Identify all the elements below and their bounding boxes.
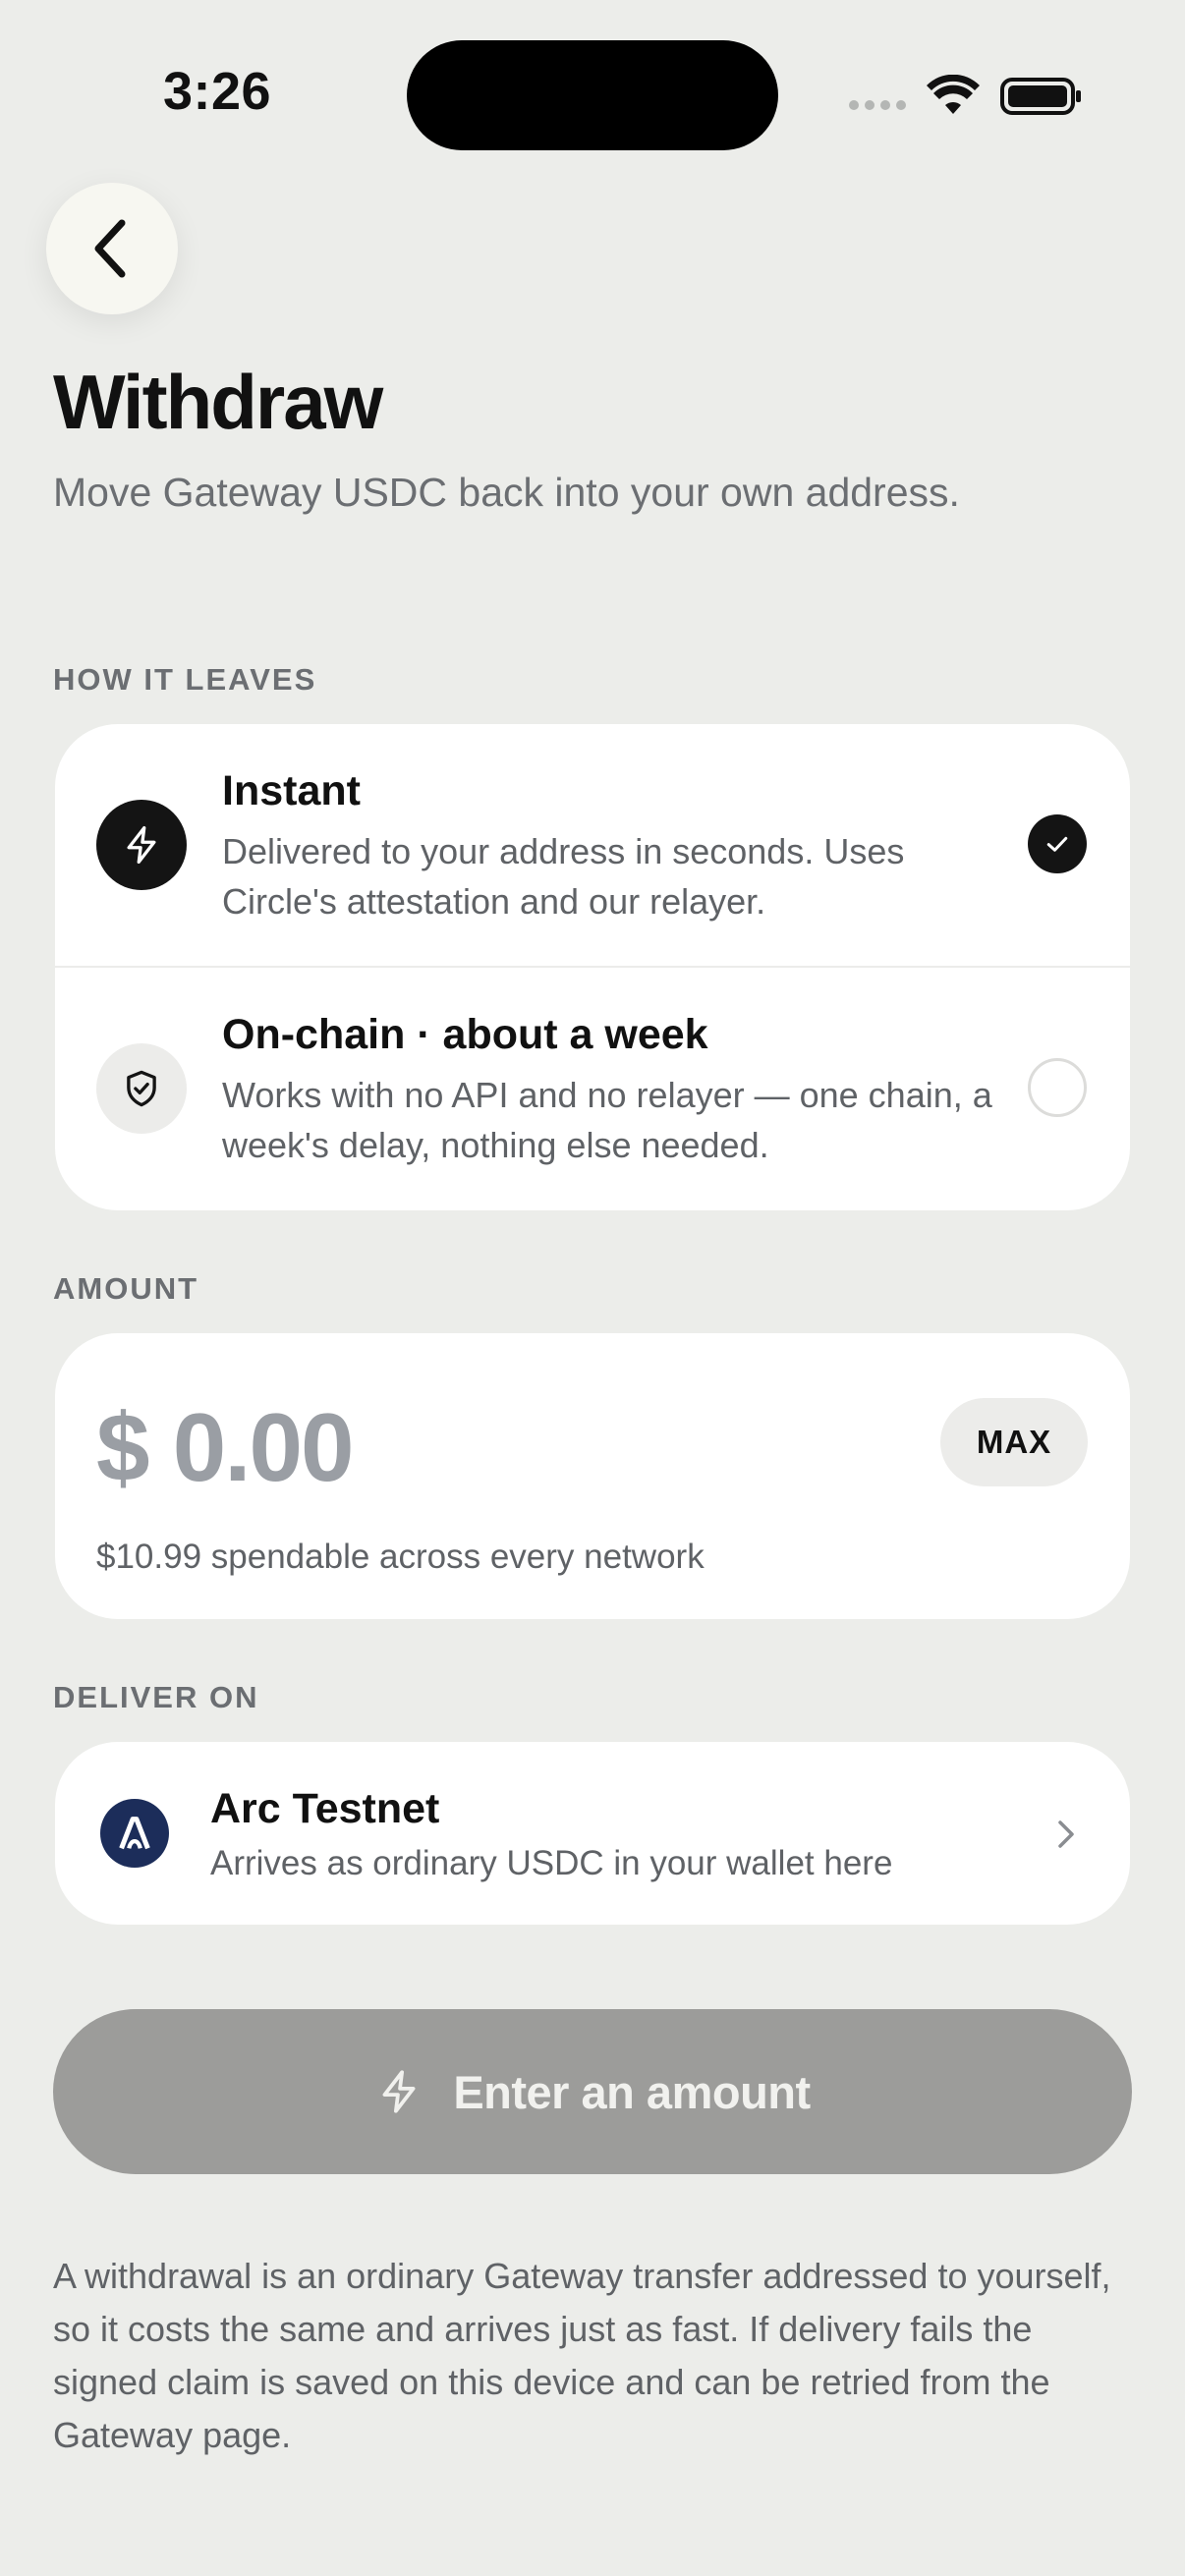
method-options-card: Instant Delivered to your address in sec…	[55, 724, 1130, 1210]
option-title: Instant	[222, 767, 361, 814]
amount-section-label: AMOUNT	[53, 1271, 199, 1306]
option-instant[interactable]: Instant Delivered to your address in sec…	[55, 724, 1130, 966]
radio-selected[interactable]	[1028, 814, 1087, 873]
page-title: Withdraw	[53, 359, 383, 445]
spendable-balance: $10.99 spendable across every network	[96, 1538, 705, 1576]
status-time: 3:26	[163, 62, 272, 121]
dynamic-island	[407, 40, 778, 150]
lightning-icon	[382, 2070, 416, 2113]
signal-icon	[849, 100, 906, 110]
shield-check-icon	[96, 1043, 187, 1134]
network-selector[interactable]: Arc Testnet Arrives as ordinary USDC in …	[55, 1742, 1130, 1925]
arc-network-logo	[100, 1799, 169, 1868]
wifi-icon	[927, 75, 980, 114]
check-icon	[1046, 836, 1068, 852]
radio-unselected[interactable]	[1028, 1058, 1087, 1117]
submit-button-label: Enter an amount	[453, 2065, 811, 2118]
submit-button[interactable]: Enter an amount	[53, 2009, 1132, 2174]
network-description: Arrives as ordinary USDC in your wallet …	[210, 1844, 893, 1882]
withdrawal-footnote: A withdrawal is an ordinary Gateway tran…	[53, 2256, 1111, 2455]
option-title: On-chain · about a week	[222, 1011, 708, 1058]
deliver-section-label: DELIVER ON	[53, 1680, 259, 1714]
chevron-left-icon	[94, 219, 126, 278]
amount-card: $ 0.00 MAX $10.99 spendable across every…	[55, 1333, 1130, 1619]
battery-icon	[1000, 78, 1081, 115]
max-button[interactable]: MAX	[940, 1398, 1088, 1486]
option-onchain[interactable]: On-chain · about a week Works with no AP…	[55, 968, 1130, 1209]
lightning-icon	[96, 800, 187, 890]
back-button[interactable]	[46, 183, 178, 314]
amount-input[interactable]: $ 0.00	[96, 1392, 354, 1503]
option-description: Delivered to your address in seconds. Us…	[222, 831, 905, 922]
method-section-label: HOW IT LEAVES	[53, 662, 317, 697]
withdraw-screen: 3:26 Withdraw Move Gateway USDC back int…	[0, 0, 1185, 2576]
chevron-right-icon	[1058, 1820, 1074, 1848]
network-name: Arc Testnet	[210, 1785, 440, 1832]
page-subtitle: Move Gateway USDC back into your own add…	[53, 470, 960, 515]
option-description: Works with no API and no relayer — one c…	[222, 1075, 992, 1165]
